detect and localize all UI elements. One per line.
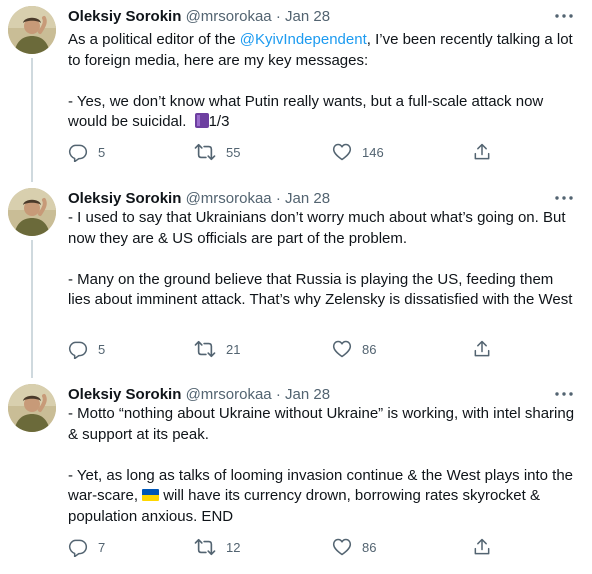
purple-book-emoji (194, 113, 209, 128)
separator: · (275, 8, 281, 25)
retweet-count: 21 (226, 341, 241, 357)
reply-count: 5 (98, 341, 106, 357)
tweet-date[interactable]: Jan 28 (285, 386, 330, 403)
separator: · (275, 190, 281, 207)
tweet-text-segment: As a political editor of the (68, 31, 240, 48)
retweet-button[interactable]: 21 (194, 337, 240, 361)
tweet[interactable]: Oleksiy Sorokin @mrsorokaa · Jan 28 - Mo… (0, 378, 592, 574)
tweet-paragraph: - I used to say that Ukrainians don’t wo… (68, 209, 566, 247)
share-button[interactable] (472, 140, 492, 164)
retweet-button[interactable]: 55 (194, 140, 240, 164)
author-handle[interactable]: @mrsorokaa (186, 190, 272, 207)
tweet-paragraph: - Motto “nothing about Ukraine without U… (68, 405, 575, 443)
more-icon[interactable] (552, 6, 576, 26)
ukraine-flag-emoji (142, 489, 160, 501)
heart-icon (332, 143, 352, 161)
avatar[interactable] (8, 384, 56, 432)
retweet-icon (194, 538, 216, 556)
author-name[interactable]: Oleksiy Sorokin (68, 190, 181, 207)
tweet-paragraph: - Many on the ground believe that Russia… (68, 270, 573, 309)
share-button[interactable] (472, 535, 492, 559)
share-icon (474, 340, 490, 357)
share-icon (474, 143, 490, 160)
tweet-text: - I used to say that Ukrainians don’t wo… (68, 208, 578, 311)
reply-icon (68, 144, 88, 162)
mention-link[interactable]: @KyivIndependent (240, 31, 367, 48)
reply-icon (68, 539, 88, 557)
avatar[interactable] (8, 188, 56, 236)
more-icon[interactable] (552, 384, 576, 404)
tweet-actions: 5 21 86 (0, 337, 592, 361)
thread-counter: 1/3 (208, 113, 230, 130)
tweet-actions: 7 12 86 (0, 535, 592, 559)
reply-button[interactable]: 7 (68, 535, 105, 559)
retweet-count: 12 (226, 539, 241, 555)
tweet-thread: Oleksiy Sorokin @mrsorokaa · Jan 28 As a… (0, 0, 592, 574)
share-button[interactable] (472, 337, 492, 361)
tweet-header: Oleksiy Sorokin @mrsorokaa · Jan 28 (68, 189, 330, 209)
retweet-button[interactable]: 12 (194, 535, 240, 559)
reply-button[interactable]: 5 (68, 140, 105, 164)
retweet-icon (194, 143, 216, 161)
like-button[interactable]: 146 (332, 140, 384, 164)
share-icon (474, 538, 490, 555)
tweet-header: Oleksiy Sorokin @mrsorokaa · Jan 28 (68, 385, 330, 405)
reply-icon (68, 341, 88, 359)
like-count: 86 (362, 341, 377, 357)
retweet-icon (194, 340, 216, 358)
avatar[interactable] (8, 6, 56, 54)
like-button[interactable]: 86 (332, 337, 376, 361)
like-button[interactable]: 86 (332, 535, 376, 559)
author-name[interactable]: Oleksiy Sorokin (68, 8, 181, 25)
like-count: 146 (362, 144, 384, 160)
reply-count: 5 (98, 144, 106, 160)
tweet-header: Oleksiy Sorokin @mrsorokaa · Jan 28 (68, 7, 330, 27)
tweet-date[interactable]: Jan 28 (285, 8, 330, 25)
tweet-text-segment: - Yes, we don’t know what Putin really w… (68, 92, 544, 131)
tweet-date[interactable]: Jan 28 (285, 190, 330, 207)
separator: · (275, 386, 281, 403)
reply-count: 7 (98, 539, 106, 555)
reply-button[interactable]: 5 (68, 337, 105, 361)
more-icon[interactable] (552, 188, 576, 208)
author-handle[interactable]: @mrsorokaa (186, 8, 272, 25)
retweet-count: 55 (226, 144, 241, 160)
tweet[interactable]: Oleksiy Sorokin @mrsorokaa · Jan 28 As a… (0, 0, 592, 182)
author-name[interactable]: Oleksiy Sorokin (68, 386, 181, 403)
tweet[interactable]: Oleksiy Sorokin @mrsorokaa · Jan 28 - I … (0, 182, 592, 378)
tweet-text: - Motto “nothing about Ukraine without U… (68, 404, 578, 527)
author-handle[interactable]: @mrsorokaa (186, 386, 272, 403)
like-count: 86 (362, 539, 377, 555)
tweet-text: As a political editor of the @KyivIndepe… (68, 30, 578, 133)
tweet-actions: 5 55 146 (0, 140, 592, 164)
heart-icon (332, 538, 352, 556)
heart-icon (332, 340, 352, 358)
